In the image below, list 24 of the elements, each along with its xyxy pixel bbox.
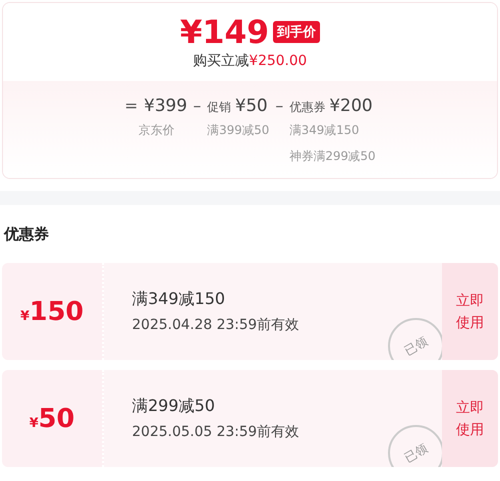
price-label: 促销 xyxy=(207,99,232,116)
coupon-expiry: 2025.04.28 23:59前有效 xyxy=(132,316,300,334)
coupon-value: ¥50 xyxy=(29,404,75,434)
use-now-button[interactable]: 立即使用 xyxy=(442,263,498,360)
price-note: 满399减50 xyxy=(207,122,270,139)
operator: – xyxy=(275,96,284,115)
use-now-button[interactable]: 立即使用 xyxy=(442,370,498,467)
operator: – xyxy=(193,96,202,115)
price-note: 神券满299减50 xyxy=(289,148,376,165)
price-note: 满349减150 xyxy=(289,122,360,139)
coupon-condition: 满349减150 xyxy=(132,289,226,310)
price-amount: ¥50 xyxy=(235,96,268,116)
price-label: 优惠券 xyxy=(289,99,326,116)
saving-text: 购买立减¥250.00 xyxy=(193,52,307,70)
coupon-expiry: 2025.05.05 23:59前有效 xyxy=(132,423,300,441)
operator: = xyxy=(124,96,138,115)
price-amount: ¥399 xyxy=(144,96,188,116)
coupon-condition: 满299减50 xyxy=(132,396,216,417)
section-title: 优惠券 xyxy=(2,224,50,245)
final-price: ¥149 xyxy=(180,14,270,50)
coupon-value: ¥150 xyxy=(20,296,84,326)
final-price-tag: 到手价 xyxy=(273,21,320,43)
price-note: 京东价 xyxy=(138,122,176,139)
price-amount: ¥200 xyxy=(329,96,373,116)
